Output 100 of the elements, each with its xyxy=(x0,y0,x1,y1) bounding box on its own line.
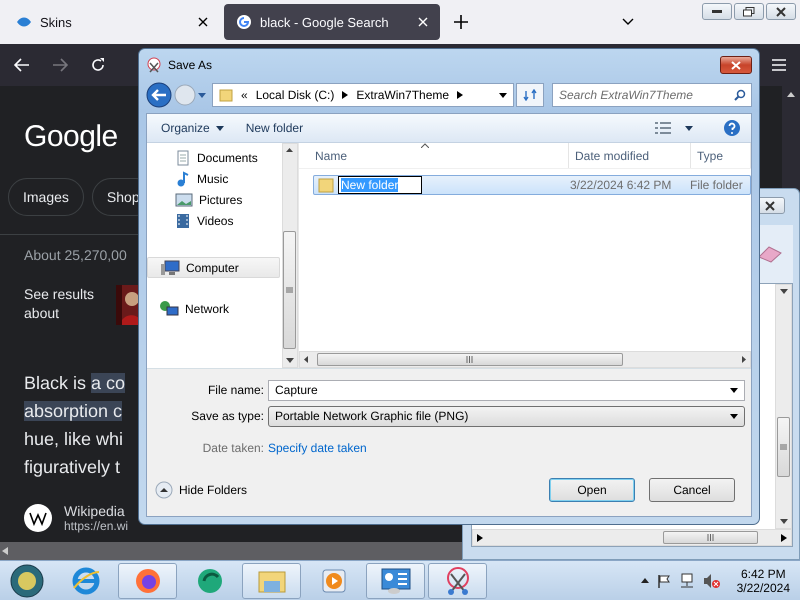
caret-icon xyxy=(780,519,788,524)
see-results-label: See results about xyxy=(24,285,96,323)
fox-globe-icon xyxy=(134,566,162,594)
help-icon[interactable] xyxy=(723,119,741,137)
column-header[interactable]: Name xyxy=(299,143,569,168)
field-label: Date taken: xyxy=(202,441,265,455)
caret-icon xyxy=(685,126,693,130)
search-field[interactable]: Search ExtraWin7Theme xyxy=(552,83,752,107)
flag-icon[interactable] xyxy=(656,574,671,588)
google-logo: Google xyxy=(24,120,118,154)
scroll-left-icon[interactable] xyxy=(2,547,8,555)
overflow-mark: « xyxy=(241,88,248,102)
close-icon[interactable] xyxy=(198,17,208,27)
chevron-down-icon[interactable] xyxy=(622,18,634,26)
minimize-button[interactable] xyxy=(702,3,732,20)
back-arrow-icon[interactable] xyxy=(14,58,30,72)
scroll-up-icon[interactable] xyxy=(787,92,795,97)
chevron-right-icon xyxy=(477,534,483,542)
dialog-button[interactable]: Cancel xyxy=(649,478,735,502)
fish-icon xyxy=(16,16,32,28)
snippet-text: absorption c xyxy=(24,400,122,423)
chevron-right-icon xyxy=(457,91,464,99)
scroll-up-icon[interactable] xyxy=(286,148,294,152)
horizontal-scrollbar[interactable] xyxy=(472,529,792,546)
type-cell-text: File folder xyxy=(690,178,744,192)
film-icon xyxy=(175,212,191,228)
close-icon xyxy=(731,60,741,70)
menu-icon[interactable] xyxy=(772,59,786,71)
toolbar-button[interactable]: Organize xyxy=(157,119,228,137)
caret-icon xyxy=(730,414,738,418)
snippet-text: figuratively t xyxy=(24,456,120,479)
dialog-title: Save As xyxy=(168,58,214,72)
document-icon xyxy=(175,150,191,166)
music-note-icon xyxy=(175,170,191,186)
media-player-icon xyxy=(320,568,346,594)
collapse-icon xyxy=(155,481,173,499)
reload-icon[interactable] xyxy=(90,57,106,73)
close-button[interactable] xyxy=(720,56,752,74)
taskbar-button[interactable] xyxy=(366,562,425,598)
caret-icon xyxy=(198,92,206,98)
grip-icon xyxy=(780,444,787,450)
date-taken-link[interactable]: Specify date taken xyxy=(268,441,367,455)
clock[interactable]: 6:42 PM 3/22/2024 xyxy=(736,566,796,594)
vertical-scrollbar[interactable] xyxy=(282,143,298,368)
minimize-icon xyxy=(712,10,722,14)
horizontal-scrollbar[interactable] xyxy=(299,351,751,368)
scroll-right-icon[interactable] xyxy=(742,356,746,363)
plus-icon[interactable] xyxy=(454,15,468,29)
grip-icon xyxy=(286,287,294,293)
caret-icon xyxy=(216,126,224,130)
network-icon[interactable] xyxy=(678,572,695,588)
back-arrow-button[interactable] xyxy=(146,82,172,108)
address-bar[interactable]: « Local Disk (C:) ExtraWin7Theme xyxy=(212,83,514,107)
result-count: About 25,270,00 xyxy=(24,247,127,263)
control-panel-icon xyxy=(380,566,412,594)
toolbar-button[interactable]: New folder xyxy=(242,119,308,137)
column-header[interactable]: Date modified xyxy=(569,143,691,168)
taskbar-button[interactable] xyxy=(428,562,487,598)
chevron-right-icon xyxy=(342,91,348,99)
refresh-button[interactable] xyxy=(516,83,544,107)
snippet-text: hue, like whi xyxy=(24,428,124,451)
file-name-field[interactable]: Capture xyxy=(268,380,745,400)
dialog-button[interactable]: Open xyxy=(549,478,635,502)
file-type-dropdown[interactable]: Portable Network Graphic file (PNG) xyxy=(268,406,745,426)
grip-icon xyxy=(706,534,714,541)
folder-icon xyxy=(318,177,334,193)
computer-icon xyxy=(160,260,180,276)
taskbar-button[interactable] xyxy=(118,562,177,598)
hide-folders-button[interactable]: Hide Folders xyxy=(155,481,248,499)
network-icon xyxy=(159,300,179,318)
close-button[interactable] xyxy=(766,3,796,20)
show-hidden-icons-icon[interactable] xyxy=(640,578,649,583)
nav-item[interactable]: Network xyxy=(147,298,280,319)
picture-icon xyxy=(175,192,193,206)
breadcrumb-item[interactable]: ExtraWin7Theme xyxy=(356,88,450,102)
browser-tab[interactable]: Skins xyxy=(4,4,220,40)
vertical-scrollbar[interactable] xyxy=(775,284,792,529)
breadcrumb-item[interactable]: Local Disk (C:) xyxy=(256,88,334,102)
caret-icon xyxy=(286,358,294,363)
chevron-right-icon xyxy=(781,534,787,542)
restore-button[interactable] xyxy=(734,3,764,20)
scissors-icon xyxy=(146,57,162,73)
clock-time: 6:42 PM xyxy=(740,566,786,580)
browser-tab[interactable]: black - Google Search xyxy=(224,4,440,40)
google-logo-icon xyxy=(236,14,252,30)
close-icon xyxy=(776,6,786,16)
nav-item[interactable]: Documents xyxy=(147,147,280,168)
column-header[interactable]: Type xyxy=(691,143,751,168)
source-url[interactable]: https://en.wi xyxy=(64,519,128,533)
forward-arrow-icon[interactable] xyxy=(52,58,68,72)
grip-icon xyxy=(466,356,474,363)
file-row[interactable]: New folder 3/22/2024 6:42 PM File folder xyxy=(313,175,751,195)
refresh-arrows-icon xyxy=(523,89,537,101)
filter-chip[interactable]: Images xyxy=(8,178,84,216)
snippet-text: Black is a co xyxy=(24,372,126,395)
view-list-icon[interactable] xyxy=(655,122,671,134)
nav-item[interactable]: Computer xyxy=(147,257,280,278)
caret-icon xyxy=(730,388,738,392)
scroll-left-icon[interactable] xyxy=(304,356,308,363)
muted-speaker-icon[interactable] xyxy=(702,572,721,588)
